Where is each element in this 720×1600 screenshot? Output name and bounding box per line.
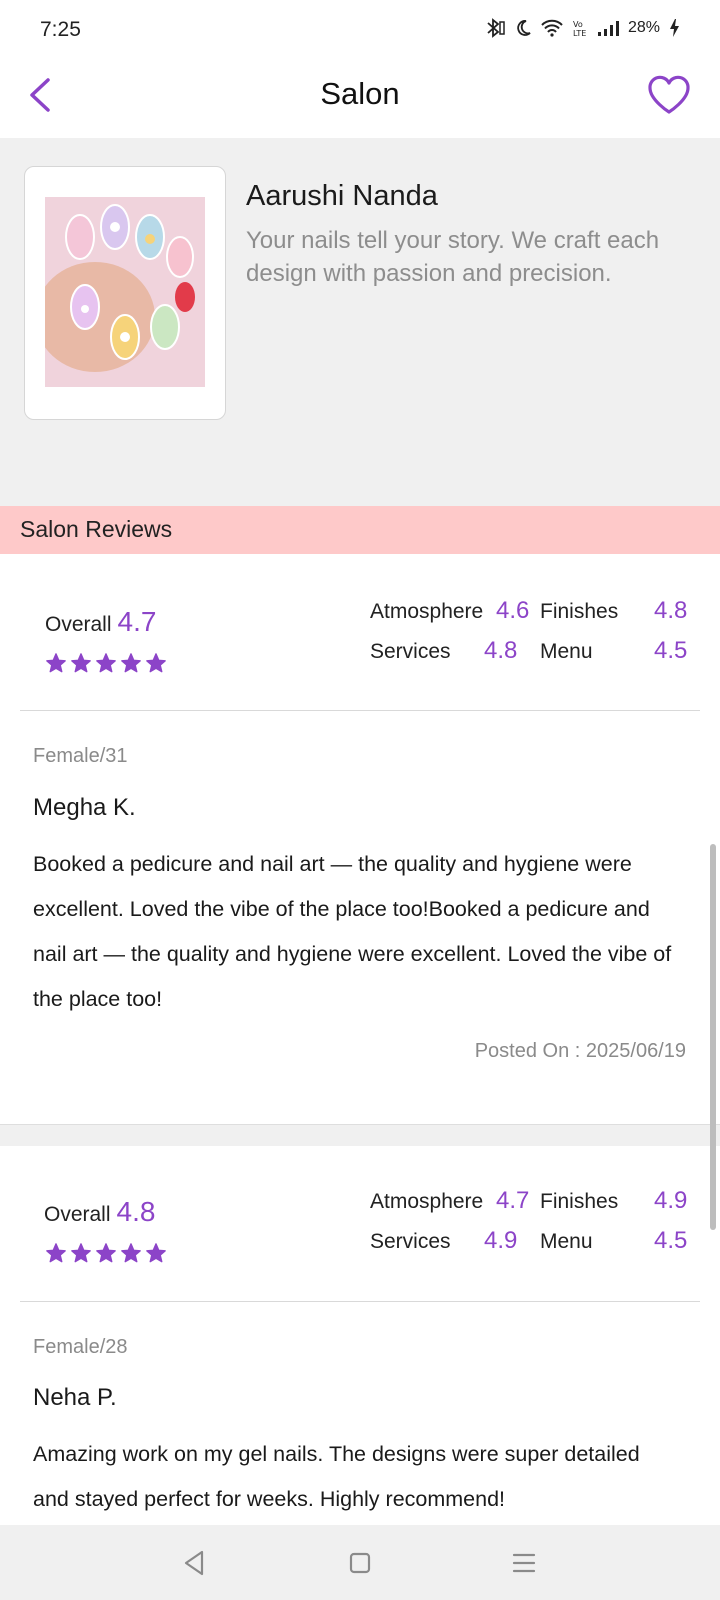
atmosphere-value: 4.6 [496, 597, 530, 624]
status-time: 7:25 [40, 18, 81, 41]
star-icon [71, 653, 91, 673]
system-nav-bar [0, 1525, 720, 1600]
overall-label: Overall [44, 1203, 111, 1226]
reviews-section-header: Salon Reviews [0, 506, 720, 554]
atmosphere-label: Atmosphere [370, 600, 484, 623]
reviewer-meta: Female/31 [33, 745, 128, 767]
finishes-label: Finishes [540, 600, 619, 623]
sub-ratings: Atmosphere 4.7 Finishes 4.9 Services 4.9… [370, 1186, 690, 1266]
rating-summary: Overall 4.8 Atmosphere 4.7 Finishes 4.9 … [0, 1146, 720, 1302]
overall-value: 4.8 [116, 1196, 156, 1227]
finishes-label: Finishes [540, 1190, 619, 1213]
star-icon [46, 653, 66, 673]
finishes-value: 4.8 [654, 597, 688, 624]
star-icon [146, 1243, 166, 1263]
services-value: 4.9 [484, 1227, 518, 1254]
charging-icon [670, 19, 679, 37]
svg-text:LTE: LTE [573, 29, 586, 38]
star-icon [121, 653, 141, 673]
heart-outline-icon [648, 75, 690, 114]
square-home-icon [349, 1552, 371, 1574]
star-icon [96, 653, 116, 673]
reviewer-name: Megha K. [33, 794, 136, 821]
finishes-value: 4.9 [654, 1187, 688, 1214]
reviews-section-title: Salon Reviews [20, 516, 173, 542]
salon-photo [45, 197, 205, 387]
review-separator [0, 1124, 720, 1146]
salon-name: Aarushi Nanda [246, 180, 438, 212]
review-card: Overall 4.8 Atmosphere 4.7 Finishes 4.9 … [0, 1146, 720, 1525]
divider [20, 710, 700, 711]
bluetooth-icon [487, 18, 505, 38]
page-title: Salon [320, 76, 400, 111]
services-value: 4.8 [484, 637, 518, 664]
services-label: Services [370, 1230, 451, 1253]
star-icon [121, 1243, 141, 1263]
rating-summary: Overall 4.7 Atmosphere 4.6 Finishes 4.8 … [0, 554, 720, 710]
posted-date: Posted On : 2025/06/19 [474, 1040, 686, 1062]
battery-level: 28% [627, 19, 660, 36]
status-bar: 7:25 Vo LTE 28% [0, 0, 720, 60]
star-rating [45, 1242, 167, 1264]
atmosphere-label: Atmosphere [370, 1190, 484, 1213]
signal-icon [597, 21, 619, 36]
salon-photo-card[interactable] [24, 166, 226, 420]
menu-label: Menu [540, 640, 593, 663]
review-text: Booked a pedicure and nail art — the qua… [33, 852, 672, 1011]
menu-label: Menu [540, 1230, 593, 1253]
favorite-button[interactable] [646, 74, 692, 116]
app-header: Salon [0, 60, 720, 138]
atmosphere-value: 4.7 [496, 1187, 530, 1214]
review-card: Overall 4.7 Atmosphere 4.6 Finishes 4.8 … [0, 554, 720, 1124]
svg-text:Vo: Vo [573, 20, 583, 29]
sub-ratings: Atmosphere 4.6 Finishes 4.8 Services 4.8… [370, 596, 690, 676]
star-icon [46, 1243, 66, 1263]
nav-recents-button[interactable] [504, 1545, 544, 1581]
overall-value: 4.7 [117, 606, 157, 637]
scrollbar[interactable] [710, 844, 716, 1230]
review-text: Amazing work on my gel nails. The design… [33, 1442, 640, 1511]
services-label: Services [370, 640, 451, 663]
status-icons: Vo LTE 28% [484, 18, 680, 38]
star-rating [45, 652, 167, 674]
wifi-icon [541, 19, 563, 37]
nav-back-button[interactable] [174, 1545, 214, 1581]
overall-rating: Overall 4.7 [45, 606, 156, 638]
star-icon [71, 1243, 91, 1263]
volte-icon: VoLTE [573, 20, 586, 38]
overall-label: Overall [45, 613, 112, 636]
menu-value: 4.5 [654, 637, 688, 664]
salon-profile: Aarushi Nanda Your nails tell your story… [0, 138, 720, 506]
menu-value: 4.5 [654, 1227, 688, 1254]
overall-rating: Overall 4.8 [44, 1196, 155, 1228]
divider [20, 1301, 700, 1302]
salon-description: Your nails tell your story. We craft eac… [246, 227, 660, 287]
reviewer-name: Neha P. [33, 1384, 117, 1411]
moon-icon [517, 20, 531, 36]
nav-home-button[interactable] [340, 1545, 380, 1581]
reviewer-meta: Female/28 [33, 1336, 128, 1358]
star-icon [146, 653, 166, 673]
menu-lines-icon [512, 1553, 536, 1573]
star-icon [96, 1243, 116, 1263]
triangle-back-icon [184, 1550, 204, 1576]
